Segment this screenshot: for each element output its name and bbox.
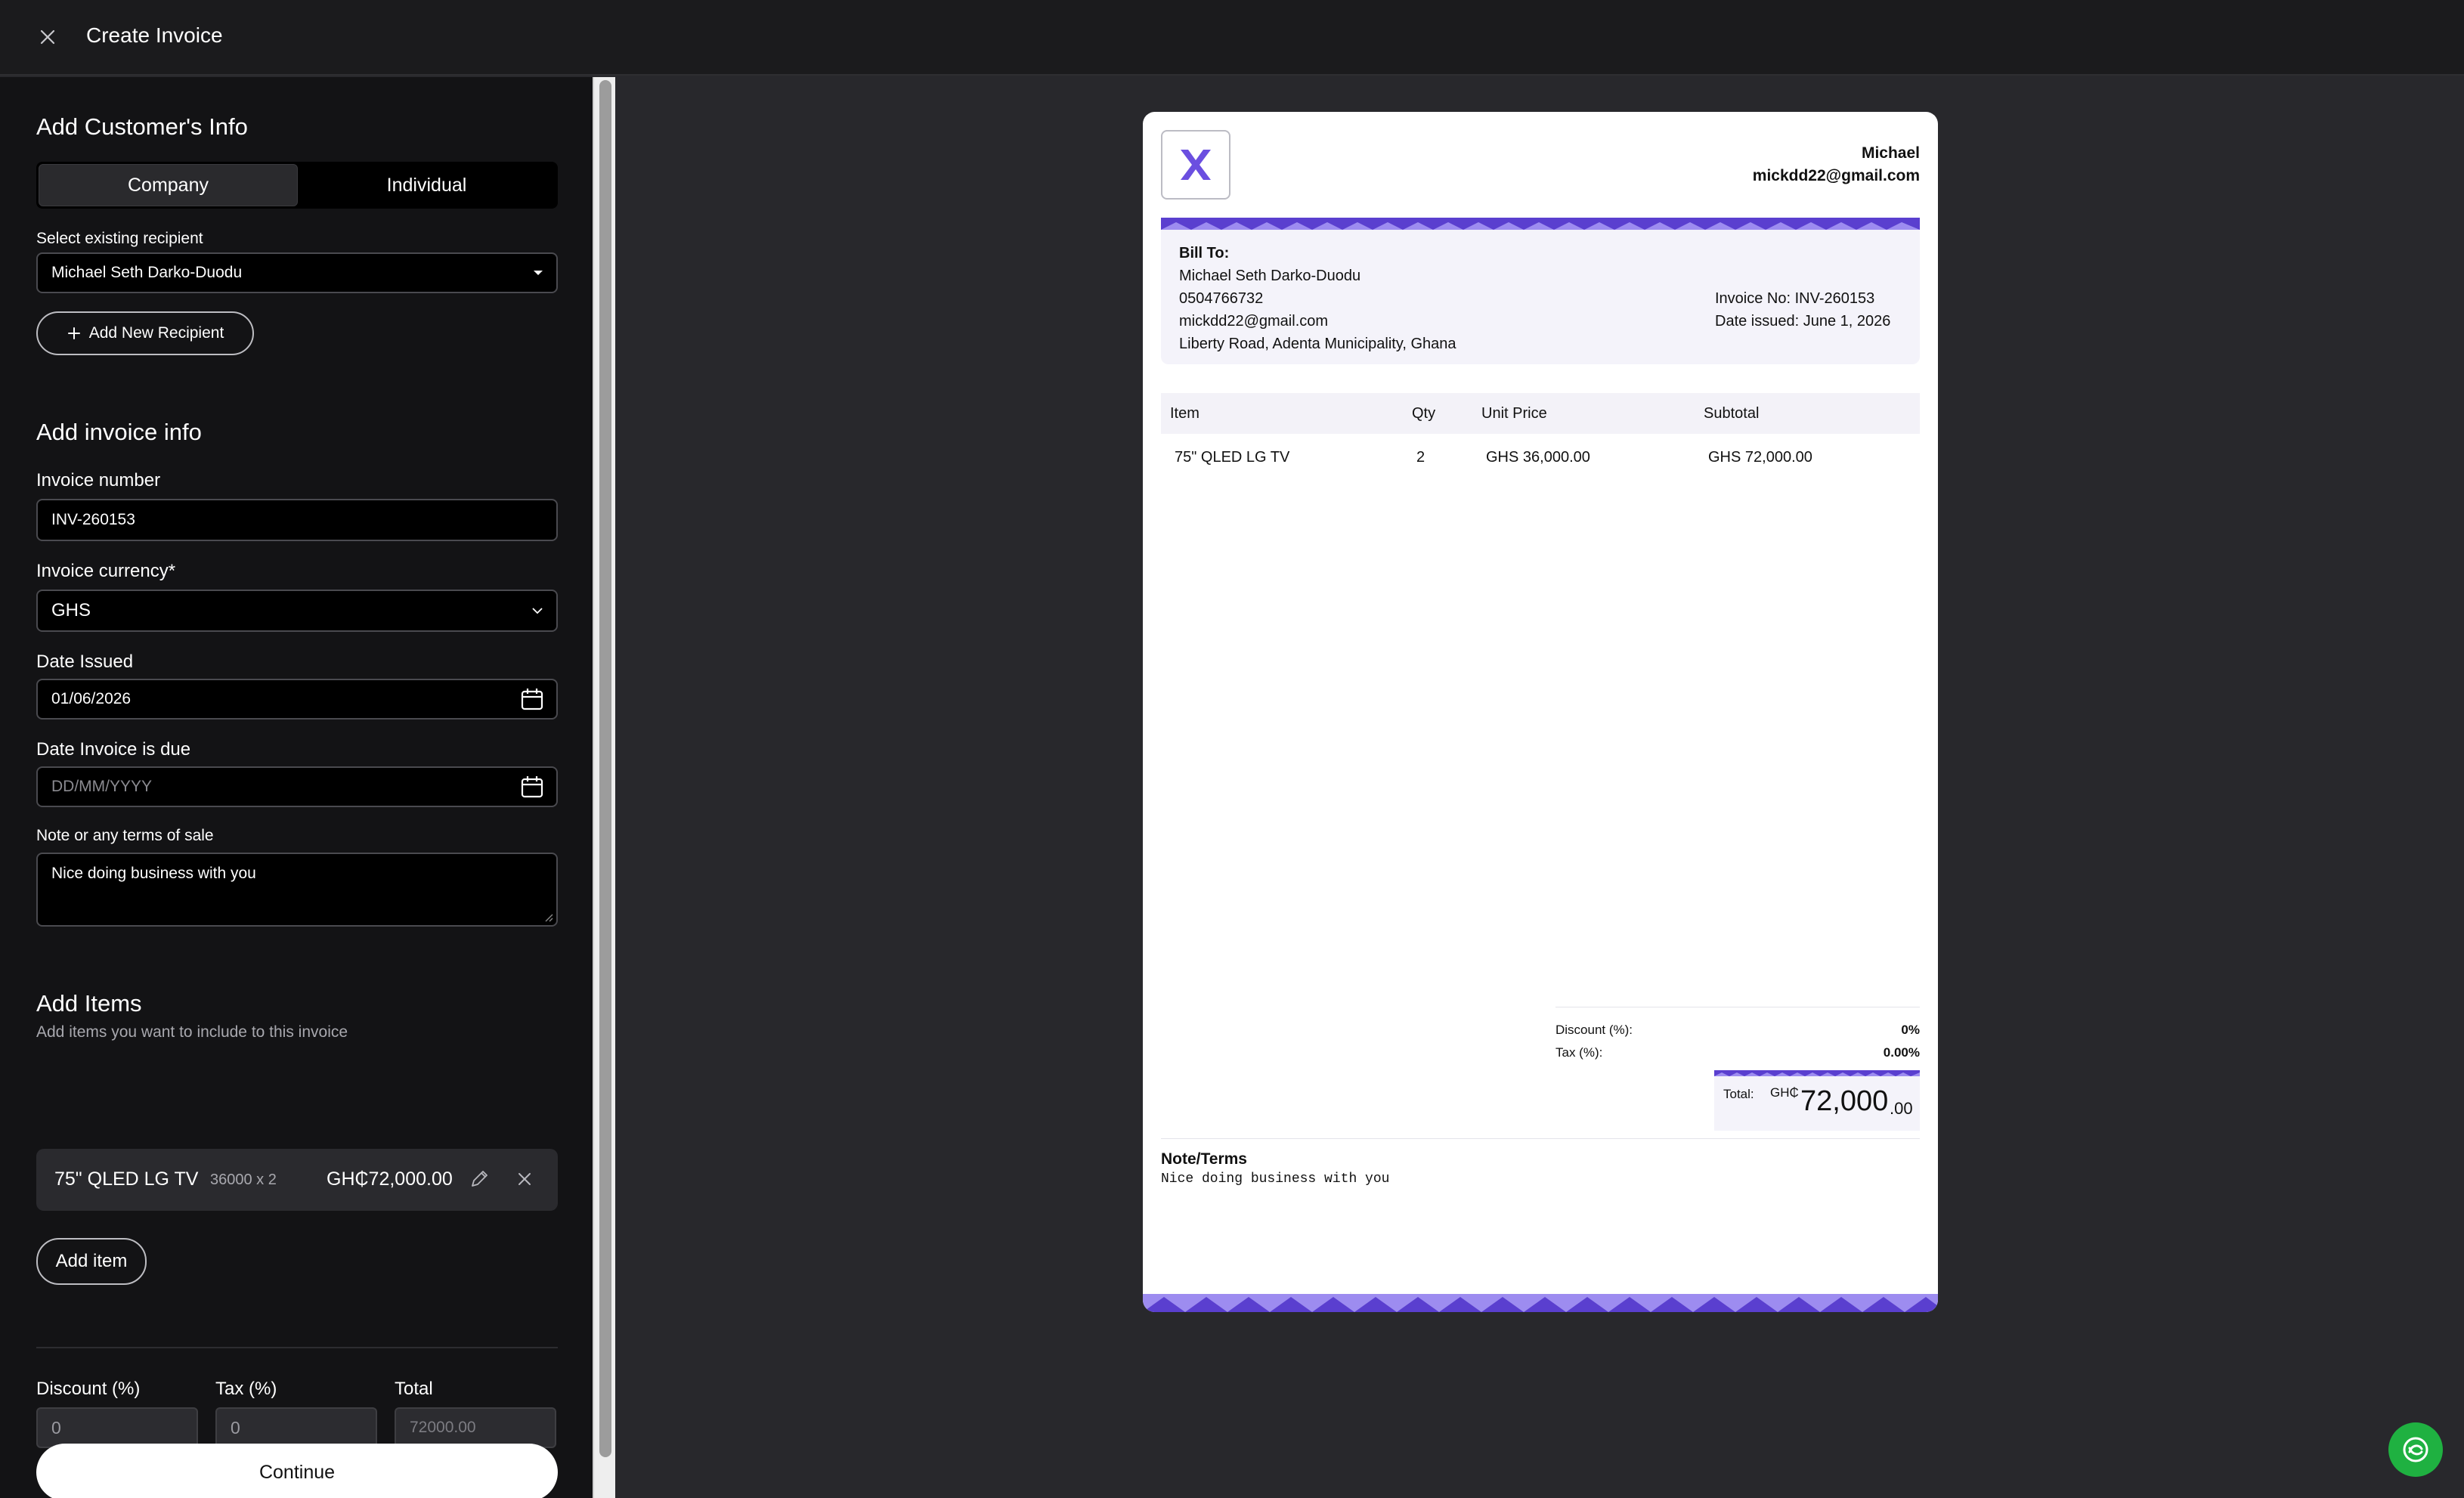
invoice-number-text: Invoice No: INV-260153 xyxy=(1715,290,1875,307)
total-summary-label: Total: xyxy=(1723,1087,1754,1101)
sender-name: Michael xyxy=(1861,144,1920,162)
discount-summary-value: 0% xyxy=(1901,1023,1920,1037)
close-icon[interactable] xyxy=(33,23,62,51)
currency-value: GHS xyxy=(51,600,91,621)
tab-individual[interactable]: Individual xyxy=(298,164,556,206)
discount-label: Discount (%) xyxy=(36,1379,141,1399)
note-divider xyxy=(1161,1138,1920,1139)
total-currency: GH₵ xyxy=(1770,1085,1799,1100)
total-decimals: .00 xyxy=(1890,1099,1913,1118)
zigzag-footer xyxy=(1143,1294,1938,1312)
add-new-recipient-button[interactable]: Add New Recipient xyxy=(36,311,254,355)
tax-label: Tax (%) xyxy=(215,1379,277,1399)
date-due-input[interactable]: DD/MM/YYYY xyxy=(36,766,558,807)
date-due-placeholder: DD/MM/YYYY xyxy=(51,778,153,795)
x-logo-icon xyxy=(1181,150,1211,180)
zigzag-border xyxy=(1714,1070,1920,1076)
total-label: Total xyxy=(395,1379,433,1399)
total-main: 72,000 xyxy=(1800,1085,1889,1117)
item-detail: 36000 x 2 xyxy=(210,1171,277,1188)
note-heading: Note/Terms xyxy=(1161,1150,1247,1168)
company-logo xyxy=(1161,130,1230,200)
calendar-icon[interactable] xyxy=(520,775,544,799)
tax-summary-label: Tax (%): xyxy=(1555,1045,1603,1060)
row-subtotal: GHS 72,000.00 xyxy=(1708,449,1812,466)
invoice-form-panel: Add Customer's Info Company Individual S… xyxy=(0,77,593,1498)
add-items-subheading: Add items you want to include to this in… xyxy=(36,1023,348,1041)
note-label: Note or any terms of sale xyxy=(36,827,214,844)
recipient-label: Select existing recipient xyxy=(36,230,203,247)
column-header-subtotal: Subtotal xyxy=(1704,405,1760,422)
calendar-icon[interactable] xyxy=(520,687,544,711)
add-items-heading: Add Items xyxy=(36,990,142,1017)
bill-to-name: Michael Seth Darko-Duodu xyxy=(1179,268,1361,284)
bill-to-label: Bill To: xyxy=(1179,245,1230,262)
invoice-preview: Michael mickdd22@gmail.com Bill To: Mich… xyxy=(1143,112,1938,1312)
note-textarea[interactable]: Nice doing business with you xyxy=(36,853,558,927)
page-title: Create Invoice xyxy=(86,23,223,47)
remove-item-close-icon[interactable] xyxy=(515,1170,534,1192)
tab-company[interactable]: Company xyxy=(39,164,298,206)
summary-block: Discount (%): 0% Tax (%): 0.00% xyxy=(1555,1019,1920,1064)
invoice-number-input[interactable]: INV-260153 xyxy=(36,499,558,541)
invoice-number-label: Invoice number xyxy=(36,470,161,491)
total-readonly-field: 72000.00 xyxy=(395,1407,556,1448)
invoice-info-heading: Add invoice info xyxy=(36,419,202,445)
sender-info: Michael mickdd22@gmail.com xyxy=(1753,142,1920,187)
bill-to-phone: 0504766732 xyxy=(1179,290,1264,307)
bill-to-address: Liberty Road, Adenta Municipality, Ghana xyxy=(1179,336,1456,352)
resize-handle-icon[interactable] xyxy=(543,911,553,922)
chevron-down-icon xyxy=(531,606,544,615)
date-issued-label: Date Issued xyxy=(36,652,134,672)
scrollbar-thumb[interactable] xyxy=(599,80,611,1457)
continue-button[interactable]: Continue xyxy=(36,1444,558,1498)
item-amount: GH₵72,000.00 xyxy=(327,1168,453,1190)
divider xyxy=(36,1347,558,1348)
recipient-select[interactable]: Michael Seth Darko-Duodu xyxy=(36,252,558,293)
discount-summary-label: Discount (%): xyxy=(1555,1023,1633,1037)
items-table-header: Item Qty Unit Price Subtotal xyxy=(1161,393,1920,434)
note-text: Nice doing business with you xyxy=(1161,1171,1390,1187)
discount-input[interactable]: 0 xyxy=(36,1407,198,1448)
chat-swirl-icon xyxy=(2403,1437,2428,1462)
total-box: Total: GH₵ 72,000 .00 xyxy=(1714,1070,1920,1131)
add-new-recipient-label: Add New Recipient xyxy=(88,324,224,342)
customer-type-toggle: Company Individual xyxy=(36,162,558,209)
add-item-button[interactable]: Add item xyxy=(36,1238,147,1285)
date-due-label: Date Invoice is due xyxy=(36,739,191,760)
customer-info-heading: Add Customer's Info xyxy=(36,113,248,140)
list-item: 75" QLED LG TV 36000 x 2 GH₵72,000.00 xyxy=(36,1149,558,1211)
form-scrollbar[interactable] xyxy=(593,77,615,1498)
chevron-down-icon xyxy=(532,269,544,277)
edit-pencil-icon[interactable] xyxy=(469,1168,490,1193)
column-header-unit-price: Unit Price xyxy=(1481,405,1547,422)
column-header-qty: Qty xyxy=(1412,405,1436,422)
date-issued-value: 01/06/2026 xyxy=(51,690,132,707)
top-bar: Create Invoice xyxy=(0,0,2464,76)
zigzag-border xyxy=(1161,218,1920,230)
column-header-item: Item xyxy=(1170,405,1199,422)
table-row: 75" QLED LG TV 2 GHS 36,000.00 GHS 72,00… xyxy=(1161,434,1920,476)
invoice-number-value: INV-260153 xyxy=(51,511,135,528)
date-issued-text: Date issued: June 1, 2026 xyxy=(1715,313,1891,330)
tax-summary-value: 0.00% xyxy=(1883,1045,1920,1060)
item-name: 75" QLED LG TV xyxy=(54,1168,199,1190)
row-qty: 2 xyxy=(1416,449,1425,466)
bill-to-box: Bill To: Michael Seth Darko-Duodu 050476… xyxy=(1161,218,1920,364)
row-unit-price: GHS 36,000.00 xyxy=(1486,449,1590,466)
date-issued-input[interactable]: 01/06/2026 xyxy=(36,679,558,720)
currency-label: Invoice currency* xyxy=(36,561,176,581)
note-value: Nice doing business with you xyxy=(51,865,256,882)
recipient-value: Michael Seth Darko-Duodu xyxy=(51,264,243,281)
currency-select[interactable]: GHS xyxy=(36,590,558,632)
sender-email: mickdd22@gmail.com xyxy=(1752,167,1920,184)
row-item: 75" QLED LG TV xyxy=(1175,449,1290,466)
plus-icon xyxy=(67,327,80,339)
chat-support-button[interactable] xyxy=(2388,1422,2443,1477)
tax-input[interactable]: 0 xyxy=(215,1407,377,1448)
bill-to-email: mickdd22@gmail.com xyxy=(1179,313,1329,330)
